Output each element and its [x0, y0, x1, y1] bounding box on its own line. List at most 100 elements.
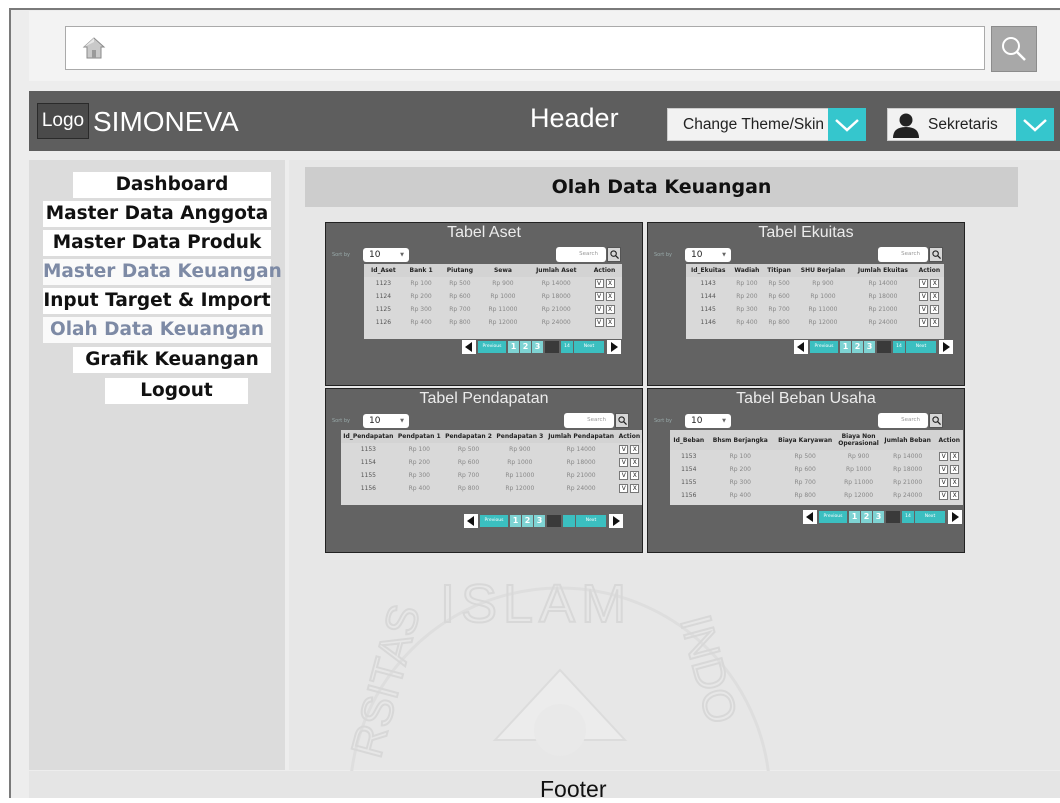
page-button[interactable]: 1 [508, 341, 519, 353]
column-header[interactable]: Jumlah Beban [879, 430, 936, 450]
delete-button[interactable]: X [930, 318, 940, 327]
delete-button[interactable]: X [630, 445, 640, 454]
column-header[interactable]: Jumlah Pendapatan [545, 430, 617, 443]
user-menu[interactable]: Sekretaris [887, 108, 1054, 141]
next-arrow-icon[interactable] [609, 514, 623, 528]
search-button[interactable] [991, 26, 1037, 72]
delete-button[interactable]: X [930, 279, 940, 288]
delete-button[interactable]: X [950, 452, 960, 461]
previous-button[interactable]: Previous [480, 515, 508, 527]
edit-button[interactable]: V [594, 305, 604, 314]
search-input[interactable]: Search [878, 413, 928, 428]
previous-button[interactable]: Previous [819, 511, 847, 523]
search-icon[interactable] [607, 247, 621, 262]
next-arrow-icon[interactable] [948, 510, 962, 524]
edit-button[interactable]: V [939, 452, 949, 461]
edit-button[interactable]: V [939, 478, 949, 487]
page-jump[interactable] [563, 515, 575, 527]
prev-arrow-icon[interactable] [794, 340, 808, 354]
chevron-down-icon[interactable] [1016, 108, 1054, 141]
edit-button[interactable]: V [939, 491, 949, 500]
search-input[interactable]: Search [878, 247, 928, 262]
column-header[interactable]: Jumlah Aset [525, 264, 588, 277]
theme-select[interactable]: Change Theme/Skin [667, 108, 866, 141]
search-input[interactable]: Search [564, 413, 614, 428]
page-button[interactable]: 2 [520, 341, 531, 353]
sidebar-item-master-data-keuangan[interactable]: Master Data Keuangan [43, 259, 282, 285]
search-icon[interactable] [929, 413, 943, 428]
page-button[interactable]: 2 [522, 515, 533, 527]
next-arrow-icon[interactable] [939, 340, 953, 354]
search-icon[interactable] [615, 413, 629, 428]
delete-button[interactable]: X [950, 478, 960, 487]
column-header[interactable]: Pendpatan 1 [395, 430, 443, 443]
delete-button[interactable]: X [930, 292, 940, 301]
delete-button[interactable]: X [630, 471, 640, 480]
delete-button[interactable]: X [605, 292, 615, 301]
delete-button[interactable]: X [930, 305, 940, 314]
column-header[interactable]: Jumlah Ekuitas [851, 264, 915, 277]
entries-select[interactable]: 10 ▼ [363, 414, 409, 428]
page-button[interactable]: 1 [510, 515, 521, 527]
edit-button[interactable]: V [594, 279, 604, 288]
sidebar-item-input-target-import[interactable]: Input Target & Import [43, 288, 271, 314]
column-header[interactable]: Id_Aset [364, 264, 403, 277]
search-input[interactable]: Search [556, 247, 606, 262]
edit-button[interactable]: V [919, 279, 929, 288]
page-jump[interactable]: 14 [902, 511, 914, 523]
next-button[interactable]: Next [906, 341, 936, 353]
column-header[interactable]: Pendapatan 2 [442, 430, 495, 443]
sidebar-item-master-data-anggota[interactable]: Master Data Anggota [43, 201, 271, 227]
search-icon[interactable] [929, 247, 943, 262]
page-button[interactable]: 3 [532, 341, 543, 353]
column-header[interactable]: Biaya Non Operasional [837, 430, 880, 450]
page-button[interactable]: 3 [534, 515, 545, 527]
prev-arrow-icon[interactable] [803, 510, 817, 524]
column-header[interactable]: Wadiah [730, 264, 764, 277]
sidebar-item-grafik-keuangan[interactable]: Grafik Keuangan [73, 347, 271, 373]
delete-button[interactable]: X [630, 458, 640, 467]
sidebar-item-logout[interactable]: Logout [105, 378, 248, 404]
edit-button[interactable]: V [619, 471, 629, 480]
edit-button[interactable]: V [919, 305, 929, 314]
entries-select[interactable]: 10 ▼ [363, 248, 409, 262]
column-header[interactable]: Id_Beban [670, 430, 708, 450]
delete-button[interactable]: X [605, 305, 615, 314]
address-bar[interactable] [65, 26, 985, 70]
edit-button[interactable]: V [939, 465, 949, 474]
delete-button[interactable]: X [950, 465, 960, 474]
sidebar-item-olah-data-keuangan[interactable]: Olah Data Keuangan [43, 317, 271, 343]
next-button[interactable]: Next [915, 511, 945, 523]
edit-button[interactable]: V [594, 318, 604, 327]
page-jump[interactable]: 14 [893, 341, 905, 353]
column-header[interactable]: SHU Berjalan [794, 264, 852, 277]
previous-button[interactable]: Previous [810, 341, 838, 353]
page-button[interactable]: 2 [852, 341, 863, 353]
next-arrow-icon[interactable] [607, 340, 621, 354]
column-header[interactable]: Pendapatan 3 [494, 430, 546, 443]
column-header[interactable]: Id_Pendapatan [341, 430, 396, 443]
sidebar-item-dashboard[interactable]: Dashboard [73, 172, 271, 198]
column-header[interactable]: Titipan [763, 264, 795, 277]
home-icon[interactable] [82, 36, 106, 60]
previous-button[interactable]: Previous [478, 341, 506, 353]
page-button[interactable]: 1 [840, 341, 851, 353]
next-button[interactable]: Next [574, 341, 604, 353]
delete-button[interactable]: X [605, 318, 615, 327]
page-jump[interactable]: 14 [561, 341, 573, 353]
edit-button[interactable]: V [619, 445, 629, 454]
entries-select[interactable]: 10 ▼ [685, 248, 731, 262]
delete-button[interactable]: X [630, 484, 640, 493]
sidebar-item-master-data-produk[interactable]: Master Data Produk [43, 230, 271, 256]
delete-button[interactable]: X [950, 491, 960, 500]
next-button[interactable]: Next [576, 515, 606, 527]
column-header[interactable]: Bank 1 [402, 264, 440, 277]
prev-arrow-icon[interactable] [462, 340, 476, 354]
edit-button[interactable]: V [619, 458, 629, 467]
prev-arrow-icon[interactable] [464, 514, 478, 528]
page-button[interactable]: 1 [849, 511, 860, 523]
edit-button[interactable]: V [919, 318, 929, 327]
page-button[interactable]: 3 [864, 341, 875, 353]
column-header[interactable]: Id_Ekuitas [686, 264, 731, 277]
chevron-down-icon[interactable] [828, 108, 866, 141]
